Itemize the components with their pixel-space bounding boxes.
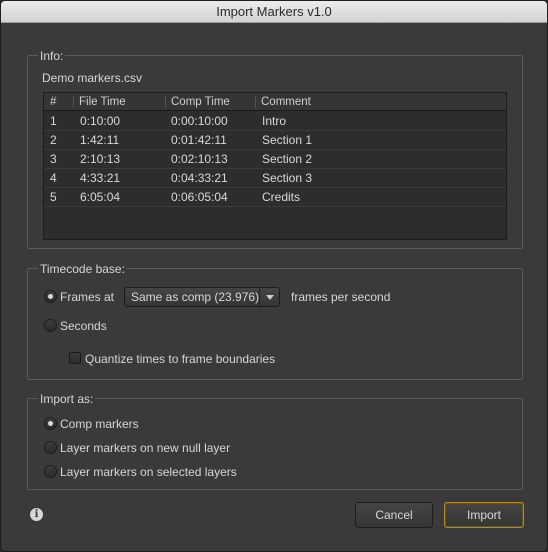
csv-file-name: Demo markers.csv (42, 71, 143, 85)
cell-index: 1 (50, 114, 57, 128)
import-button[interactable]: Import (444, 502, 524, 528)
column-header-file-time[interactable]: File Time (73, 93, 126, 111)
cell-index: 3 (50, 152, 57, 166)
info-section-title: Info: (38, 49, 66, 63)
info-icon[interactable]: i (30, 508, 43, 521)
import-markers-dialog: Import Markers v1.0 Info: Demo markers.c… (0, 0, 548, 552)
cell-file-time: 6:05:04 (80, 190, 121, 204)
quantize-checkbox[interactable] (69, 352, 81, 364)
cell-file-time: 4:33:21 (80, 171, 121, 185)
selected-layers-markers-radio[interactable] (44, 465, 57, 478)
comp-markers-label[interactable]: Comp markers (60, 417, 139, 431)
cell-comp-time: 0:00:10:00 (171, 114, 228, 128)
seconds-label[interactable]: Seconds (60, 319, 107, 333)
fps-select[interactable]: Same as comp (23.976) (124, 287, 280, 307)
column-header-index[interactable]: # (50, 93, 56, 111)
column-header-comment[interactable]: Comment (255, 93, 311, 111)
chevron-down-icon (259, 288, 279, 306)
import-as-section-title: Import as: (38, 392, 96, 406)
window-title: Import Markers v1.0 (1, 1, 547, 23)
import-as-panel: Import as: Comp markers Layer markers on… (27, 392, 523, 490)
cell-comp-time: 0:02:10:13 (171, 152, 228, 166)
seconds-radio[interactable] (44, 319, 57, 332)
table-row[interactable]: 3 2:10:13 0:02:10:13 Section 2 (44, 150, 506, 169)
table-row[interactable]: 1 0:10:00 0:00:10:00 Intro (44, 112, 506, 131)
comp-markers-radio[interactable] (44, 417, 57, 430)
null-layer-markers-radio[interactable] (44, 441, 57, 454)
cell-index: 5 (50, 190, 57, 204)
markers-table[interactable]: # File Time Comp Time Comment 1 0:10:00 … (43, 92, 507, 240)
fps-select-value: Same as comp (23.976) (131, 290, 260, 304)
selected-layers-markers-label[interactable]: Layer markers on selected layers (60, 465, 237, 479)
cell-index: 4 (50, 171, 57, 185)
frames-at-radio[interactable] (44, 290, 57, 303)
frames-at-label[interactable]: Frames at (60, 290, 114, 304)
cell-file-time: 1:42:11 (80, 133, 120, 147)
cell-comment: Credits (262, 190, 301, 204)
cell-file-time: 2:10:13 (80, 152, 121, 166)
cell-comment: Section 2 (262, 152, 313, 166)
cell-comment: Intro (262, 114, 287, 128)
timecode-section-title: Timecode base: (38, 262, 127, 276)
table-row[interactable]: 2 1:42:11 0:01:42:11 Section 1 (44, 131, 506, 150)
timecode-base-panel: Timecode base: Frames at Same as comp (2… (27, 262, 523, 380)
column-header-comp-time[interactable]: Comp Time (165, 93, 230, 111)
cell-comp-time: 0:01:42:11 (171, 133, 227, 147)
fps-suffix-label: frames per second (291, 290, 391, 304)
info-panel: Info: Demo markers.csv # File Time Comp … (27, 49, 523, 249)
cell-file-time: 0:10:00 (80, 114, 121, 128)
null-layer-markers-label[interactable]: Layer markers on new null layer (60, 441, 230, 455)
cell-comment: Section 1 (262, 133, 313, 147)
table-header: # File Time Comp Time Comment (44, 93, 506, 111)
table-row[interactable]: 4 4:33:21 0:04:33:21 Section 3 (44, 169, 506, 188)
cell-index: 2 (50, 133, 57, 147)
cell-comp-time: 0:06:05:04 (171, 190, 228, 204)
table-row[interactable]: 5 6:05:04 0:06:05:04 Credits (44, 188, 506, 207)
cell-comment: Section 3 (262, 171, 313, 185)
quantize-label[interactable]: Quantize times to frame boundaries (85, 352, 275, 366)
cell-comp-time: 0:04:33:21 (171, 171, 228, 185)
cancel-button[interactable]: Cancel (355, 502, 433, 528)
